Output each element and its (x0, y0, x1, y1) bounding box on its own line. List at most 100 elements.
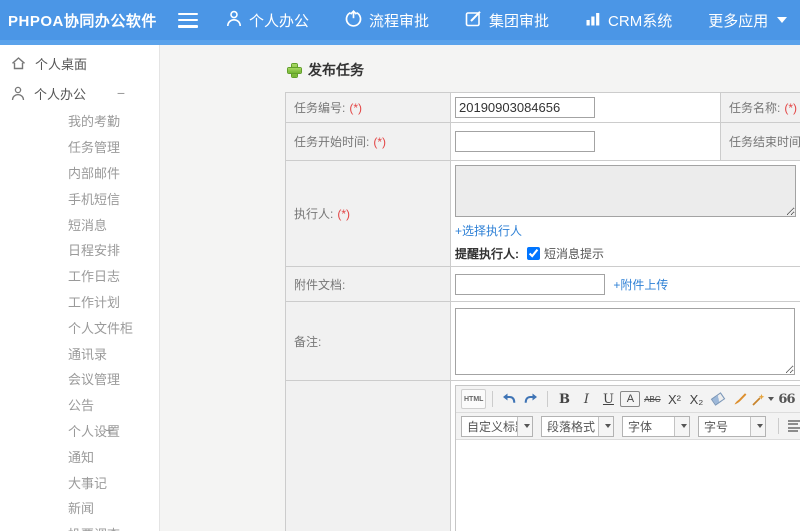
redo-button[interactable] (521, 389, 541, 409)
remark-textarea[interactable] (455, 307, 795, 375)
chevron-down-icon (680, 424, 687, 428)
sidebar-item-meeting-management[interactable]: 会议管理 (0, 366, 159, 392)
executor-textarea[interactable] (455, 165, 796, 217)
choose-executor-link[interactable]: +选择执行人 (455, 224, 522, 238)
collapse-icon[interactable]: − (117, 85, 125, 101)
process-history-icon (345, 9, 362, 31)
sidebar-item-personal-office[interactable]: 个人办公 − (0, 78, 159, 108)
sidebar-item-task-management[interactable]: 任务管理 (0, 134, 159, 160)
sidebar-item-internal-mail[interactable]: 内部邮件 (0, 160, 159, 186)
editor-toolbar-row2: 自定义标题 段落格式 字体 (456, 413, 800, 440)
add-task-icon (288, 63, 301, 77)
sidebar-item-my-attendance[interactable]: 我的考勤 (0, 108, 159, 134)
format-painter-button[interactable] (752, 389, 775, 409)
sidebar-item-label: 会议管理 (68, 372, 121, 388)
nav-workflow-approval[interactable]: 流程审批 (345, 9, 429, 31)
sidebar-item-announcement[interactable]: 公告 (0, 392, 159, 418)
paragraph-format-dropdown[interactable]: 段落格式 (541, 415, 614, 437)
executor-label: 执行人: (294, 207, 334, 221)
font-background-button[interactable]: A (620, 391, 641, 407)
task-name-label: 任务名称: (729, 101, 781, 115)
sidebar-item-label: 公告 (68, 398, 95, 414)
sidebar-item-news[interactable]: 新闻 (0, 495, 159, 521)
undo-button[interactable] (499, 389, 519, 409)
sidebar-item-address-book[interactable]: 通讯录 (0, 340, 159, 366)
blockquote-button[interactable]: 66 (776, 389, 796, 409)
sidebar-item-personal-settings[interactable]: 个人设置 + (0, 418, 159, 444)
main-content: 发布任务 任务编号:(*) 任务名称:(*) 任务开始时间:(*) (160, 45, 800, 531)
italic-button[interactable]: I (576, 389, 596, 409)
attachment-label-cell: 附件文档: (285, 266, 451, 302)
nav-crm-system[interactable]: CRM系统 (585, 10, 672, 31)
sidebar-item-notifications[interactable]: 通知 (0, 443, 159, 469)
table-row: 执行人: (*) +选择执行人 提醒执行人: 短消息提示 (285, 160, 800, 267)
edit-icon (465, 10, 482, 31)
sidebar-item-vote-survey[interactable]: 投票调查 (0, 521, 159, 531)
user-icon (11, 86, 25, 101)
rich-text-editor: HTML B I U A ABC X² X₂ 66 自定义标 段落格式 字体 字… (455, 385, 800, 531)
sidebar-item-schedule[interactable]: 日程安排 (0, 237, 159, 263)
top-nav: 个人办公 流程审批 集团审批 CRM系统 更多应用 (226, 9, 788, 31)
attachment-input[interactable] (455, 273, 605, 295)
sidebar-item-label: 通知 (68, 449, 95, 465)
sidebar-item-label: 个人桌面 (35, 56, 88, 72)
start-time-label-cell: 任务开始时间: (*) (285, 122, 451, 161)
sidebar-item-short-message[interactable]: 短消息 (0, 211, 159, 237)
page-title: 发布任务 (308, 62, 364, 78)
nav-label: 更多应用 (708, 12, 769, 30)
table-row: 任务开始时间:(*) 任务结束时间:(*) (285, 122, 800, 161)
sidebar-item-label: 短消息 (68, 217, 108, 233)
sidebar-item-work-plan[interactable]: 工作计划 (0, 289, 159, 315)
align-left-icon[interactable] (788, 420, 800, 432)
font-family-dropdown[interactable]: 字体 (622, 415, 690, 437)
required-mark: (*) (349, 101, 363, 115)
task-name-label-cell: 任务名称: (*) (720, 92, 800, 123)
page-header: 发布任务 (160, 45, 800, 92)
nav-more-apps[interactable]: 更多应用 (708, 10, 788, 31)
sidebar-item-label: 个人办公 (34, 86, 87, 102)
sidebar-item-milestones[interactable]: 大事记 (0, 469, 159, 495)
sidebar-item-mobile-sms[interactable]: 手机短信 (0, 185, 159, 211)
task-number-input[interactable] (455, 97, 595, 118)
sidebar-item-label: 内部邮件 (68, 165, 121, 181)
font-size-dropdown[interactable]: 字号 (698, 415, 766, 437)
bold-button[interactable]: B (554, 389, 574, 409)
html-source-button[interactable]: HTML (461, 389, 487, 409)
publish-task-form: 任务编号:(*) 任务名称:(*) 任务开始时间:(*) 任务结束时间:(*) (285, 92, 800, 531)
start-time-label: 任务开始时间: (294, 135, 370, 149)
strikethrough-button[interactable]: ABC (642, 389, 662, 409)
sidebar-item-label: 手机短信 (68, 191, 121, 207)
start-time-input[interactable] (455, 131, 595, 152)
expand-icon[interactable]: + (105, 422, 113, 438)
required-mark: (*) (337, 207, 351, 221)
editor-toolbar-row1: HTML B I U A ABC X² X₂ 66 (456, 386, 800, 413)
custom-heading-dropdown[interactable]: 自定义标题 (461, 415, 533, 437)
end-time-label: 任务结束时间: (729, 135, 800, 149)
sidebar-item-label: 日程安排 (68, 243, 121, 259)
attachment-label: 附件文档: (294, 277, 346, 292)
underline-button[interactable]: U (598, 389, 618, 409)
table-row: 备注: (285, 301, 800, 381)
sms-remind-checkbox[interactable] (527, 247, 540, 260)
sidebar-item-work-log[interactable]: 工作日志 (0, 263, 159, 289)
sidebar-item-personal-desktop[interactable]: 个人桌面 (0, 48, 159, 78)
chevron-down-icon (768, 397, 775, 401)
hamburger-menu-icon[interactable] (178, 12, 198, 28)
nav-group-approval[interactable]: 集团审批 (465, 10, 549, 31)
table-row: 任务编号:(*) 任务名称:(*) (285, 92, 800, 123)
nav-personal-office[interactable]: 个人办公 (226, 10, 309, 31)
editor-content-area[interactable] (456, 440, 800, 531)
table-row: 附件文档: +附件上传 (285, 266, 800, 302)
sidebar-item-label: 工作计划 (68, 294, 121, 310)
chevron-down-icon (523, 424, 530, 428)
sidebar-item-personal-file-cabinet[interactable]: 个人文件柜 (0, 314, 159, 340)
superscript-button[interactable]: X² (664, 389, 684, 409)
subscript-button[interactable]: X₂ (686, 389, 706, 409)
sidebar-item-label: 我的考勤 (68, 114, 121, 130)
sidebar: 个人桌面 个人办公 − 我的考勤 任务管理 内部邮件 手机短信 短消息 日程安排… (0, 45, 160, 531)
remove-format-eraser-button[interactable] (708, 389, 728, 409)
executor-label-cell: 执行人: (*) (285, 160, 451, 267)
remark-label: 备注: (294, 334, 322, 349)
clean-brush-button[interactable] (730, 389, 750, 409)
attachment-upload-link[interactable]: +附件上传 (613, 278, 668, 292)
